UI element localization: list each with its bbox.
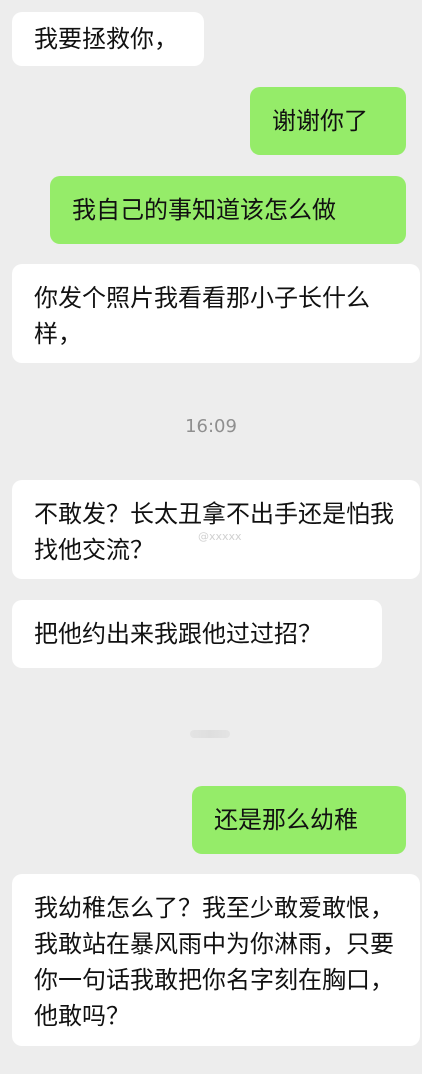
message-timestamp: 16:09 (185, 416, 237, 437)
message-text: 我要拯救你， (34, 25, 178, 53)
message-bubble[interactable]: 谢谢你了 (250, 87, 406, 155)
message-bubble[interactable]: 你发个照片我看看那小子长什么样， (12, 264, 420, 363)
message-text: 还是那么幼稚 (214, 806, 358, 834)
message-text: 把他约出来我跟他过过招？ (34, 620, 322, 648)
message-text: 你发个照片我看看那小子长什么样， (34, 284, 370, 348)
message-bubble[interactable]: 我要拯救你， (12, 12, 204, 66)
message-text: 我自己的事知道该怎么做 (72, 196, 336, 224)
watermark: @xxxxx (198, 530, 242, 543)
message-bubble[interactable]: 我幼稚怎么了？我至少敢爱敢恨，我敢站在暴风雨中为你淋雨，只要你一句话我敢把你名字… (12, 874, 420, 1046)
chat-conversation: 我要拯救你， 谢谢你了 我自己的事知道该怎么做 你发个照片我看看那小子长什么样，… (0, 0, 422, 1074)
blurred-mark (190, 730, 230, 738)
message-bubble[interactable]: 我自己的事知道该怎么做 (50, 176, 406, 244)
message-bubble[interactable]: 还是那么幼稚 (192, 786, 406, 854)
message-text: 我幼稚怎么了？我至少敢爱敢恨，我敢站在暴风雨中为你淋雨，只要你一句话我敢把你名字… (34, 894, 394, 1030)
message-text: 谢谢你了 (272, 107, 368, 135)
message-bubble[interactable]: 把他约出来我跟他过过招？ (12, 600, 382, 668)
